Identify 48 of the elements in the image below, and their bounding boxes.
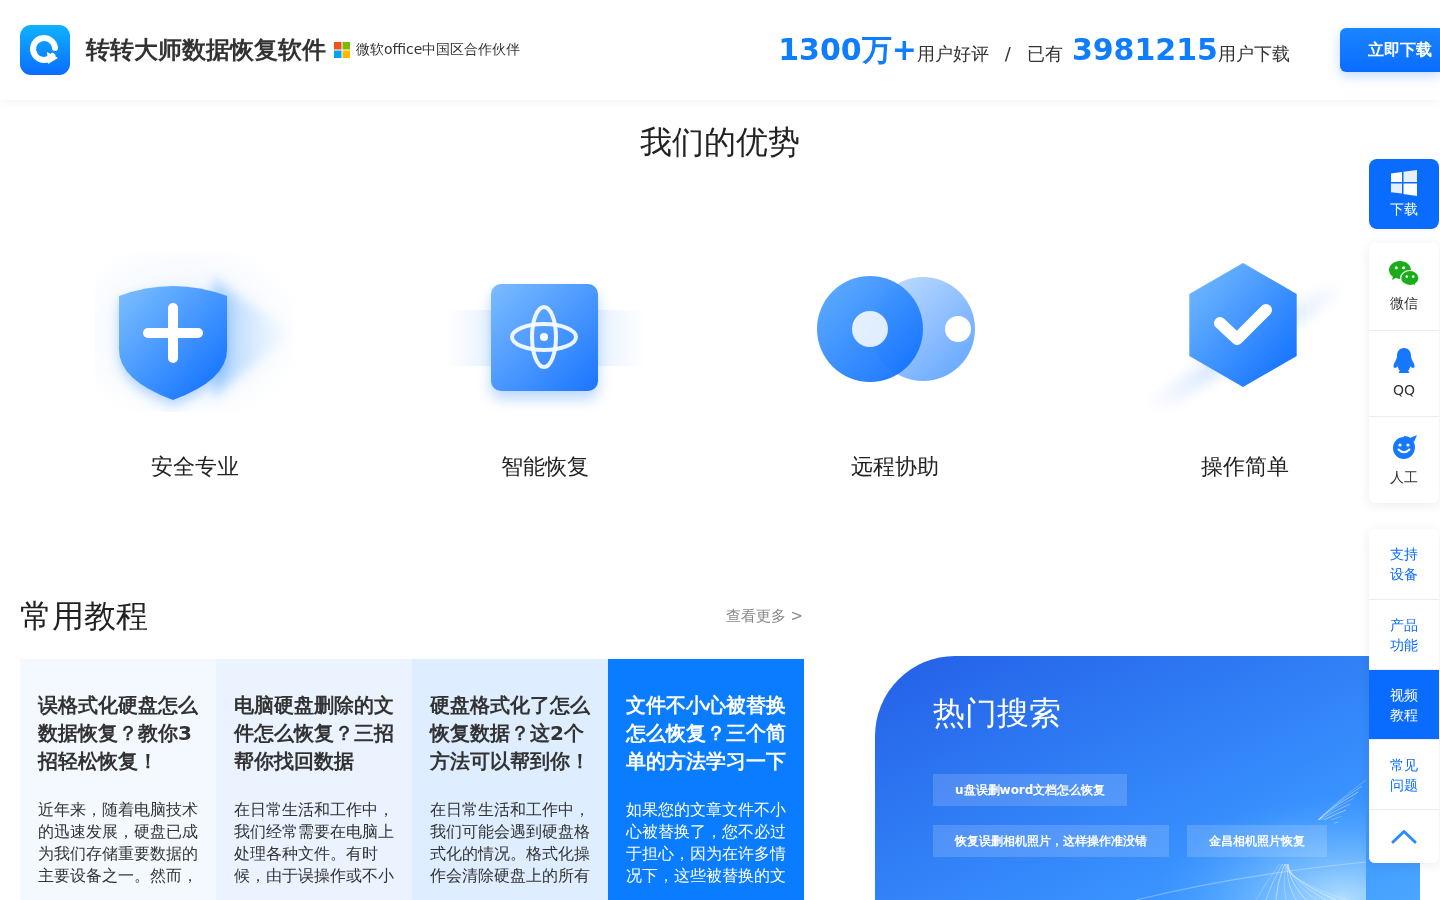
site-title: 转转大师数据恢复软件 xyxy=(86,35,326,66)
section-title: 常用教程 xyxy=(20,596,148,637)
card-excerpt: 在日常生活和工作中，我们经常需要在电脑上处理各种文件。有时候，由于误操作或不小 xyxy=(234,799,394,887)
windows-icon xyxy=(1390,169,1418,197)
downloads-prefix: 已有 xyxy=(1026,42,1063,66)
feature-label: 智能恢复 xyxy=(501,453,589,481)
chevron-up-icon xyxy=(1391,829,1417,845)
side-nav-item[interactable]: 视频教程 xyxy=(1369,669,1439,740)
section-title: 我们的优势 xyxy=(640,122,800,163)
side-nav-item[interactable]: 常见问题 xyxy=(1369,739,1439,810)
feature-label: 安全专业 xyxy=(151,453,239,481)
search-tag[interactable]: u盘误删word文档怎么恢复 xyxy=(933,774,1128,806)
tutorial-card[interactable]: 误格式化硬盘怎么数据恢复？教你3招轻松恢复！ 近年来，随着电脑技术的迅速发展，硬盘已成为我们存储重要数据的主要设备之一。然而， xyxy=(20,659,216,900)
feature-label: 操作简单 xyxy=(1201,453,1289,481)
feature-label: 远程协助 xyxy=(851,453,939,481)
side-nav-item[interactable]: 支持设备 xyxy=(1369,529,1439,600)
card-title: 硬盘格式化了怎么恢复数据？这2个方法可以帮到你！ xyxy=(430,692,590,775)
tutorial-card[interactable]: 硬盘格式化了怎么恢复数据？这2个方法可以帮到你！ 在日常生活和工作中，我们可能会遇到硬盘格式化的情况。格式化操作会清除硬盘上的所有 xyxy=(412,659,608,900)
card-title: 文件不小心被替换怎么恢复？三个简单的方法学习一下 xyxy=(626,692,786,775)
search-tag[interactable]: 恢复误删相机照片，这样操作准没错 xyxy=(933,825,1169,857)
tutorial-card[interactable]: 电脑硬盘删除的文件怎么恢复？三招帮你找回数据 在日常生活和工作中，我们经常需要在电脑上处理各种文件。有时候，由于误操作或不小 xyxy=(216,659,412,900)
card-excerpt: 如果您的文章文件不小心被替换了，您不必过于担心，因为在许多情况下，这些被替换的文 xyxy=(626,799,786,887)
download-now-button[interactable]: 立即下载 xyxy=(1340,28,1440,72)
card-title: 误格式化硬盘怎么数据恢复？教你3招轻松恢复！ xyxy=(38,692,198,775)
qq-button[interactable]: QQ xyxy=(1369,329,1439,417)
rating-count: 1300万+ xyxy=(778,31,917,69)
view-more-link[interactable]: 查看更多 > xyxy=(725,606,803,626)
downloads-label: 用户下载 xyxy=(1218,43,1290,66)
app-logo-icon[interactable] xyxy=(20,25,70,75)
card-excerpt: 在日常生活和工作中，我们可能会遇到硬盘格式化的情况。格式化操作会清除硬盘上的所有 xyxy=(430,799,590,887)
rating-label: 用户好评 xyxy=(916,42,989,66)
download-count: 3981215 xyxy=(1071,31,1218,69)
penguin-icon xyxy=(1392,347,1416,375)
wechat-button[interactable]: 微信 xyxy=(1369,243,1439,330)
separator-text: / xyxy=(1004,43,1011,64)
chat-bubbles-icon xyxy=(1388,259,1420,287)
color-squares-icon xyxy=(334,42,350,58)
smiley-icon xyxy=(1390,433,1418,461)
live-agent-button[interactable]: 人工 xyxy=(1369,416,1439,504)
card-title: 电脑硬盘删除的文件怎么恢复？三招帮你找回数据 xyxy=(234,692,394,775)
tutorial-card[interactable]: 文件不小心被替换怎么恢复？三个简单的方法学习一下 如果您的文章文件不小心被替换了，您不必过于担心，因为在许多情况下，这些被替换的文 xyxy=(608,659,804,900)
card-excerpt: 近年来，随着电脑技术的迅速发展，硬盘已成为我们存储重要数据的主要设备之一。然而， xyxy=(38,799,198,887)
partner-text: 微软office中国区合作伙伴 xyxy=(356,41,521,59)
search-tag[interactable]: 金昌相机照片恢复 xyxy=(1187,825,1327,857)
panel-title: 热门搜索 xyxy=(933,693,1061,734)
side-nav-item[interactable]: 产品功能 xyxy=(1369,599,1439,670)
side-download-button[interactable]: 下载 xyxy=(1369,159,1439,229)
back-to-top-button[interactable] xyxy=(1369,809,1439,864)
